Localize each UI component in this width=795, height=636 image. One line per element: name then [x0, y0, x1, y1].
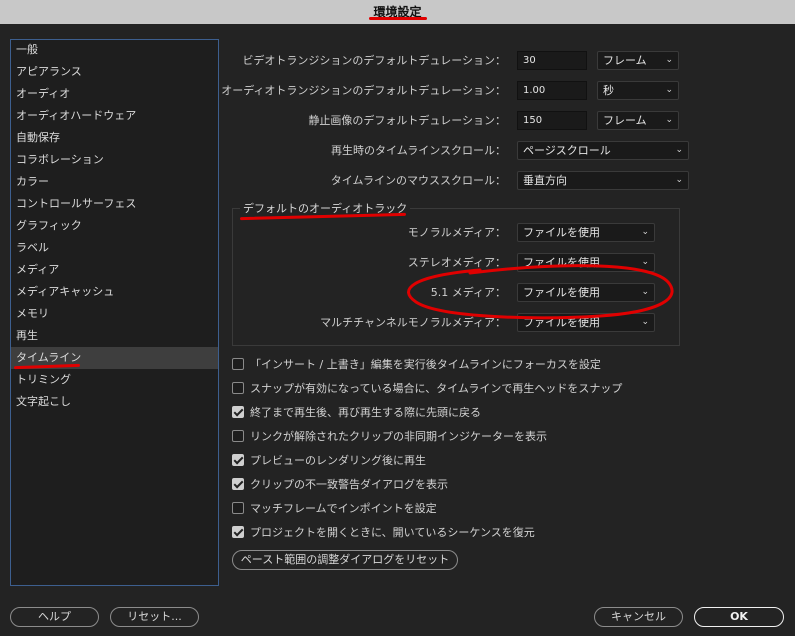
playback-scroll-label: 再生時のタイムラインスクロール：	[330, 144, 506, 157]
reset-button[interactable]: リセット...	[110, 607, 199, 627]
restore-sequences-checkbox[interactable]	[232, 526, 244, 538]
chevron-down-icon: ⌄	[641, 287, 649, 297]
sidebar-item-auto-save[interactable]: 自動保存	[11, 127, 218, 149]
video-transition-row: ビデオトランジションのデフォルトデュレーション： 30 フレーム ⌄	[232, 50, 680, 72]
surround-media-row: 5.1 メディア： ファイルを使用 ⌄	[232, 282, 680, 304]
audio-transition-input[interactable]: 1.00	[517, 81, 587, 100]
sidebar-item-playback[interactable]: 再生	[11, 325, 218, 347]
sidebar-item-audio-hardware[interactable]: オーディオハードウェア	[11, 105, 218, 127]
surround-media-value: ファイルを使用	[523, 286, 600, 299]
help-button[interactable]: ヘルプ	[10, 607, 99, 627]
sidebar-item-media-cache[interactable]: メディアキャッシュ	[11, 281, 218, 303]
video-transition-unit-value: フレーム	[603, 54, 647, 67]
mouse-scroll-label: タイムラインのマウススクロール：	[330, 174, 506, 187]
mono-media-select[interactable]: ファイルを使用 ⌄	[517, 223, 655, 242]
checkbox-row-play-after-render[interactable]: プレビューのレンダリング後に再生	[232, 453, 426, 473]
stereo-media-label: ステレオメディア：	[407, 256, 506, 269]
chevron-down-icon: ⌄	[675, 145, 683, 155]
multichannel-media-label: マルチチャンネルモノラルメディア：	[320, 316, 506, 329]
play-after-render-label: プレビューのレンダリング後に再生	[250, 454, 426, 467]
playback-scroll-value: ページスクロール	[523, 144, 611, 157]
still-image-unit-value: フレーム	[603, 114, 647, 127]
chevron-down-icon: ⌄	[665, 85, 673, 95]
ok-button[interactable]: OK	[694, 607, 784, 627]
snap-playhead-checkbox[interactable]	[232, 382, 244, 394]
sidebar-item-color[interactable]: カラー	[11, 171, 218, 193]
checkbox-row-async-indicator[interactable]: リンクが解除されたクリップの非同期インジケーターを表示	[232, 429, 547, 449]
surround-media-label: 5.1 メディア：	[430, 286, 506, 299]
mouse-scroll-row: タイムラインのマウススクロール： 垂直方向 ⌄	[232, 170, 689, 192]
snap-playhead-label: スナップが有効になっている場合に、タイムラインで再生ヘッドをスナップ	[250, 382, 623, 395]
sidebar-item-control-surface[interactable]: コントロールサーフェス	[11, 193, 218, 215]
chevron-down-icon: ⌄	[675, 175, 683, 185]
mouse-scroll-value: 垂直方向	[523, 174, 567, 187]
mismatch-warning-label: クリップの不一致警告ダイアログを表示	[250, 478, 448, 491]
still-image-unit-select[interactable]: フレーム ⌄	[597, 111, 679, 130]
video-transition-unit-select[interactable]: フレーム ⌄	[597, 51, 679, 70]
still-image-row: 静止画像のデフォルトデュレーション： 150 フレーム ⌄	[232, 110, 680, 132]
sidebar-item-transcription[interactable]: 文字起こし	[11, 391, 218, 413]
audio-transition-unit-value: 秒	[603, 84, 614, 97]
sidebar-item-labels[interactable]: ラベル	[11, 237, 218, 259]
checkbox-row-focus-timeline[interactable]: 「インサート / 上書き」編集を実行後タイムラインにフォーカスを設定	[232, 357, 601, 377]
match-frame-in-label: マッチフレームでインポイントを設定	[250, 502, 437, 515]
mono-media-row: モノラルメディア： ファイルを使用 ⌄	[232, 222, 680, 244]
chevron-down-icon: ⌄	[665, 55, 673, 65]
chevron-down-icon: ⌄	[641, 317, 649, 327]
stereo-media-row: ステレオメディア： ファイルを使用 ⌄	[232, 252, 680, 274]
video-transition-label: ビデオトランジションのデフォルトデュレーション：	[242, 54, 506, 67]
checkbox-row-mismatch-warning[interactable]: クリップの不一致警告ダイアログを表示	[232, 477, 448, 497]
still-image-label: 静止画像のデフォルトデュレーション：	[308, 114, 506, 127]
focus-timeline-checkbox[interactable]	[232, 358, 244, 370]
chevron-down-icon: ⌄	[665, 115, 673, 125]
restore-sequences-label: プロジェクトを開くときに、開いているシーケンスを復元	[250, 526, 535, 539]
chevron-down-icon: ⌄	[641, 227, 649, 237]
audio-transition-unit-select[interactable]: 秒 ⌄	[597, 81, 679, 100]
return-to-start-checkbox[interactable]	[232, 406, 244, 418]
checkbox-row-return-to-start[interactable]: 終了まで再生後、再び再生する際に先頭に戻る	[232, 405, 481, 425]
still-image-input[interactable]: 150	[517, 111, 587, 130]
playback-scroll-row: 再生時のタイムラインスクロール： ページスクロール ⌄	[232, 140, 689, 162]
checkbox-row-restore-sequences[interactable]: プロジェクトを開くときに、開いているシーケンスを復元	[232, 525, 535, 545]
sidebar: 一般 アピアランス オーディオ オーディオハードウェア 自動保存 コラボレーショ…	[10, 39, 219, 586]
reset-paste-dialog-button[interactable]: ペースト範囲の調整ダイアログをリセット	[232, 550, 458, 570]
async-indicator-label: リンクが解除されたクリップの非同期インジケーターを表示	[250, 430, 547, 443]
match-frame-in-checkbox[interactable]	[232, 502, 244, 514]
multichannel-media-row: マルチチャンネルモノラルメディア： ファイルを使用 ⌄	[232, 312, 680, 334]
checkbox-row-snap-playhead[interactable]: スナップが有効になっている場合に、タイムラインで再生ヘッドをスナップ	[232, 381, 622, 401]
mismatch-warning-checkbox[interactable]	[232, 478, 244, 490]
playback-scroll-select[interactable]: ページスクロール ⌄	[517, 141, 689, 160]
sidebar-item-audio[interactable]: オーディオ	[11, 83, 218, 105]
mono-media-label: モノラルメディア：	[407, 226, 506, 239]
play-after-render-checkbox[interactable]	[232, 454, 244, 466]
video-transition-input[interactable]: 30	[517, 51, 587, 70]
checkbox-row-match-frame-in[interactable]: マッチフレームでインポイントを設定	[232, 501, 437, 521]
sidebar-item-media[interactable]: メディア	[11, 259, 218, 281]
audio-transition-row: オーディオトランジションのデフォルトデュレーション： 1.00 秒 ⌄	[221, 80, 680, 102]
surround-media-select[interactable]: ファイルを使用 ⌄	[517, 283, 655, 302]
focus-timeline-label: 「インサート / 上書き」編集を実行後タイムラインにフォーカスを設定	[250, 358, 601, 371]
title-underline-annotation	[369, 17, 427, 20]
sidebar-item-general[interactable]: 一般	[11, 39, 218, 61]
async-indicator-checkbox[interactable]	[232, 430, 244, 442]
sidebar-item-memory[interactable]: メモリ	[11, 303, 218, 325]
sidebar-item-appearance[interactable]: アピアランス	[11, 61, 218, 83]
return-to-start-label: 終了まで再生後、再び再生する際に先頭に戻る	[250, 406, 481, 419]
mouse-scroll-select[interactable]: 垂直方向 ⌄	[517, 171, 689, 190]
cancel-button[interactable]: キャンセル	[594, 607, 683, 627]
chevron-down-icon: ⌄	[641, 257, 649, 267]
audio-transition-label: オーディオトランジションのデフォルトデュレーション：	[221, 84, 506, 97]
multichannel-media-select[interactable]: ファイルを使用 ⌄	[517, 313, 655, 332]
title-bar: 環境設定	[0, 0, 795, 24]
sidebar-item-collaboration[interactable]: コラボレーション	[11, 149, 218, 171]
sidebar-item-graphics[interactable]: グラフィック	[11, 215, 218, 237]
stereo-media-select[interactable]: ファイルを使用 ⌄	[517, 253, 655, 272]
sidebar-item-trimming[interactable]: トリミング	[11, 369, 218, 391]
mono-media-value: ファイルを使用	[523, 226, 600, 239]
multichannel-media-value: ファイルを使用	[523, 316, 600, 329]
stereo-media-value: ファイルを使用	[523, 256, 600, 269]
